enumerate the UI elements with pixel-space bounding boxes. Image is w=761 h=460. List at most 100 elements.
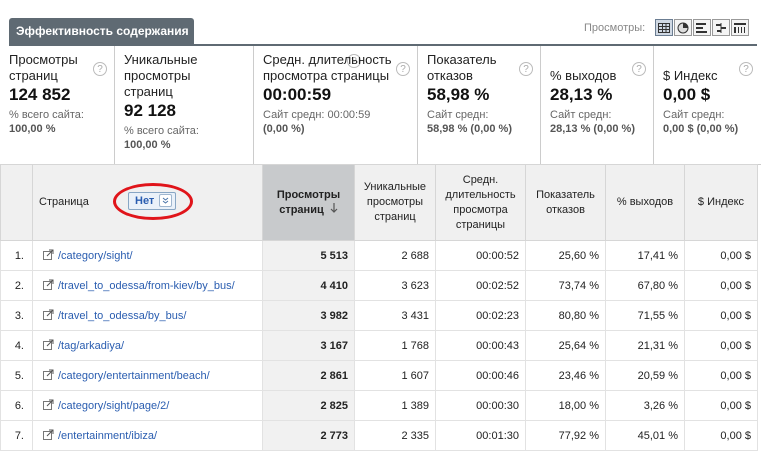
external-link-icon[interactable] — [43, 369, 54, 383]
row-index: 2. — [0, 270, 33, 301]
row-dollar-index: 0,00 $ — [684, 270, 758, 301]
row-avg-time: 00:02:23 — [435, 300, 526, 331]
table-view-icon[interactable] — [655, 19, 673, 36]
row-exit-rate: 21,31 % — [605, 330, 685, 361]
row-pageviews: 2 825 — [262, 390, 355, 421]
metric-value: 0,00 $ — [663, 85, 711, 104]
metrics-summary: Просмотры страниц 124 852 % всего сайта:… — [0, 46, 761, 165]
header-avgtime-label: Средн. длительность просмотра страницы — [445, 173, 516, 231]
table-row: 4. /tag/arkadiya/3 167 1 768 00:00:43 25,64 … — [0, 330, 758, 361]
row-exit-rate: 3,26 % — [605, 390, 685, 421]
header-dollar-index[interactable]: $ Индекс — [684, 164, 758, 241]
tab-content-performance[interactable]: Эффективность содержания — [9, 18, 194, 44]
row-index: 7. — [0, 420, 33, 451]
row-dollar-index: 0,00 $ — [684, 420, 758, 451]
row-bounce-rate: 25,60 % — [525, 240, 606, 271]
row-dollar-index: 0,00 $ — [684, 390, 758, 421]
external-link-icon[interactable] — [43, 249, 54, 263]
row-page: /travel_to_odessa/by_bus/ — [32, 300, 263, 331]
header-avg-time[interactable]: Средн. длительность просмотра страницы — [435, 164, 526, 241]
metric-sub: % всего сайта: — [9, 109, 84, 121]
row-pageviews: 5 513 — [262, 240, 355, 271]
help-icon[interactable]: ? — [93, 62, 107, 76]
row-exit-rate: 67,80 % — [605, 270, 685, 301]
table-row: 7. /entertainment/ibiza/2 773 2 335 00:01:3… — [0, 420, 758, 451]
row-unique-pageviews: 3 623 — [354, 270, 436, 301]
header-index-label: $ Индекс — [697, 196, 745, 208]
table-body: 1. /category/sight/5 513 2 688 00:00:52 25,6… — [0, 240, 758, 451]
row-page: /category/entertainment/beach/ — [32, 360, 263, 391]
comparison-view-icon[interactable] — [712, 19, 730, 36]
metric-sub-value: 58,98 % (0,00 %) — [427, 123, 512, 135]
help-icon[interactable]: ? — [396, 62, 410, 76]
metric-sub-value: 100,00 % — [9, 123, 56, 135]
header-unique-pageviews[interactable]: Уникальные просмотры страниц — [354, 164, 436, 241]
help-icon[interactable]: ? — [519, 62, 533, 76]
row-exit-rate: 71,55 % — [605, 300, 685, 331]
red-annotation-circle — [113, 183, 193, 220]
metric-sub: Сайт средн: — [427, 109, 489, 121]
external-link-icon[interactable] — [43, 279, 54, 293]
page-link[interactable]: /entertainment/ibiza/ — [58, 429, 157, 441]
header-exit-rate[interactable]: % выходов — [605, 164, 685, 241]
header-page: Страница Нет — [32, 164, 263, 241]
row-pageviews: 3 982 — [262, 300, 355, 331]
row-page: /tag/arkadiya/ — [32, 330, 263, 361]
metric-bounce-rate: Показатель отказов 58,98 % Сайт средн: 5… — [418, 46, 541, 164]
page-link[interactable]: /travel_to_odessa/from-kiev/by_bus/ — [58, 279, 235, 291]
page-link[interactable]: /category/sight/page/2/ — [58, 399, 169, 411]
row-bounce-rate: 73,74 % — [525, 270, 606, 301]
external-link-icon[interactable] — [43, 309, 54, 323]
row-page: /category/sight/page/2/ — [32, 390, 263, 421]
views-label: Просмотры: — [584, 22, 646, 34]
page-link[interactable]: /category/sight/ — [58, 249, 133, 261]
external-link-icon[interactable] — [43, 429, 54, 443]
row-page: /entertainment/ibiza/ — [32, 420, 263, 451]
table-row: 5. /category/entertainment/beach/2 861 1 6… — [0, 360, 758, 391]
table-row: 1. /category/sight/5 513 2 688 00:00:52 25,6… — [0, 240, 758, 271]
row-index: 5. — [0, 360, 33, 391]
pivot-view-icon[interactable] — [731, 19, 749, 36]
metric-value: 28,13 % — [550, 85, 613, 104]
pie-view-icon[interactable] — [674, 19, 692, 36]
external-link-icon[interactable] — [43, 339, 54, 353]
page-link[interactable]: /travel_to_odessa/by_bus/ — [58, 309, 186, 321]
row-avg-time: 00:02:52 — [435, 270, 526, 301]
row-index: 1. — [0, 240, 33, 271]
row-unique-pageviews: 2 688 — [354, 240, 436, 271]
header-page-label: Страница — [39, 196, 89, 208]
metric-sub-value: 0,00 $ (0,00 %) — [663, 123, 739, 135]
row-page: /category/sight/ — [32, 240, 263, 271]
external-link-icon[interactable] — [43, 399, 54, 413]
table-row: 6. /category/sight/page/2/2 825 1 389 00:00… — [0, 390, 758, 421]
row-avg-time: 00:00:30 — [435, 390, 526, 421]
metric-sub-value: (0,00 %) — [263, 123, 305, 135]
header-bounce-rate[interactable]: Показатель отказов — [525, 164, 606, 241]
row-unique-pageviews: 1 389 — [354, 390, 436, 421]
metric-title: Уникальные просмотры страниц — [124, 52, 198, 99]
row-dollar-index: 0,00 $ — [684, 240, 758, 271]
row-dollar-index: 0,00 $ — [684, 300, 758, 331]
row-avg-time: 00:00:43 — [435, 330, 526, 361]
help-icon[interactable]: ? — [739, 62, 753, 76]
row-avg-time: 00:00:52 — [435, 240, 526, 271]
page-link[interactable]: /category/entertainment/beach/ — [58, 369, 210, 381]
view-switcher — [654, 19, 749, 36]
help-icon[interactable]: ? — [632, 62, 646, 76]
metric-sub: Сайт средн: 00:00:59 — [263, 109, 371, 121]
row-exit-rate: 17,41 % — [605, 240, 685, 271]
row-unique-pageviews: 1 607 — [354, 360, 436, 391]
metric-avg-time: Средн. длительность просмотра страницы 0… — [254, 46, 418, 164]
page-link[interactable]: /tag/arkadiya/ — [58, 339, 124, 351]
metric-dollar-index: $ Индекс 0,00 $ Сайт средн: 0,00 $ (0,00… — [654, 46, 761, 164]
row-bounce-rate: 80,80 % — [525, 300, 606, 331]
metric-sub: Сайт средн: — [550, 109, 612, 121]
bar-view-icon[interactable] — [693, 19, 711, 36]
sort-down-icon — [330, 202, 338, 218]
row-exit-rate: 20,59 % — [605, 360, 685, 391]
content-table: Страница Нет Просмотры страниц Уникальны… — [0, 164, 758, 451]
header-pageviews[interactable]: Просмотры страниц — [262, 164, 355, 241]
metric-exit-rate: % выходов 28,13 % Сайт средн: 28,13 % (0… — [541, 46, 654, 164]
row-bounce-rate: 77,92 % — [525, 420, 606, 451]
row-unique-pageviews: 1 768 — [354, 330, 436, 361]
